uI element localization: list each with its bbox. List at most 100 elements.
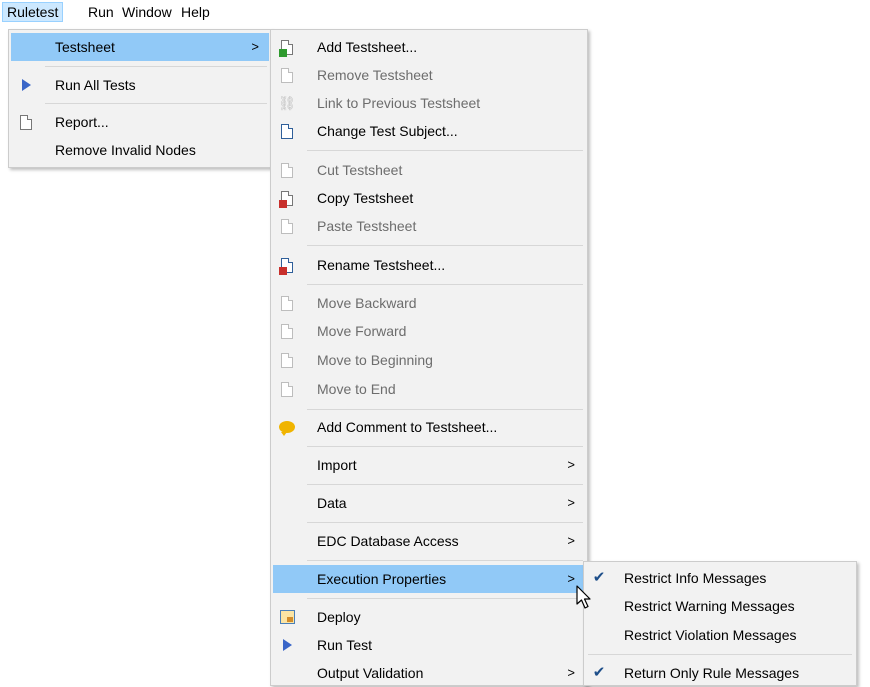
menu-item-rename-testsheet[interactable]: Rename Testsheet...: [273, 251, 585, 279]
copy-icon: [278, 189, 296, 208]
menu-item-label: Copy Testsheet: [317, 190, 414, 206]
menu-item-change-test-subject[interactable]: Change Test Subject...: [273, 117, 585, 145]
comment-icon: [278, 418, 296, 436]
chevron-right-icon: >: [567, 665, 575, 680]
menu-item-restrict-info-messages[interactable]: ✔ Restrict Info Messages: [586, 564, 854, 592]
menu-item-deploy[interactable]: Deploy: [273, 603, 585, 631]
menu-item-edc-database-access[interactable]: EDC Database Access >: [273, 527, 585, 555]
menu-item-label: Run Test: [317, 637, 372, 653]
separator: [307, 560, 583, 561]
separator: [588, 654, 852, 655]
menu-item-label: Restrict Violation Messages: [624, 627, 797, 643]
menu-item-execution-properties[interactable]: Execution Properties >: [273, 565, 585, 593]
separator: [45, 66, 267, 67]
chevron-right-icon: >: [567, 495, 575, 510]
menu-item-label: Add Comment to Testsheet...: [317, 419, 498, 435]
menu-item-report[interactable]: Report...: [11, 108, 269, 136]
menu-window[interactable]: Window: [118, 2, 176, 22]
separator: [307, 284, 583, 285]
separator: [307, 409, 583, 410]
move-to-end-icon: [278, 380, 296, 398]
menu-item-testsheet[interactable]: Testsheet >: [11, 33, 269, 61]
separator: [307, 598, 583, 599]
paste-icon: [278, 217, 296, 235]
menu-item-label: Rename Testsheet...: [317, 257, 446, 273]
menu-item-cut-testsheet[interactable]: Cut Testsheet: [273, 156, 585, 184]
menu-item-label: Import: [317, 457, 357, 473]
menu-item-label: Testsheet: [55, 39, 115, 55]
add-testsheet-icon: [278, 38, 296, 57]
separator: [307, 245, 583, 246]
report-icon: [17, 113, 35, 131]
menu-item-run-test[interactable]: Run Test: [273, 631, 585, 659]
menu-help[interactable]: Help: [177, 2, 214, 22]
menu-item-move-backward[interactable]: Move Backward: [273, 289, 585, 317]
chevron-right-icon: >: [567, 457, 575, 472]
menu-item-label: Return Only Rule Messages: [624, 665, 800, 681]
checkmark-icon: ✔: [592, 664, 606, 681]
menu-item-add-testsheet[interactable]: Add Testsheet...: [273, 33, 585, 61]
menu-ruletest[interactable]: Ruletest: [2, 2, 64, 22]
menu-item-import[interactable]: Import >: [273, 451, 585, 479]
chevron-right-icon: >: [251, 39, 259, 54]
run-triangle-icon: [17, 76, 35, 94]
chevron-right-icon: >: [567, 533, 575, 548]
change-subject-icon: [278, 122, 296, 140]
deploy-icon: [278, 608, 296, 626]
run-triangle-icon: [278, 636, 296, 654]
separator: [307, 150, 583, 151]
menu-item-label: EDC Database Access: [317, 533, 459, 549]
menu-item-label: Execution Properties: [317, 571, 447, 587]
ruletest-dropdown: Testsheet > Run All Tests Report... Remo…: [8, 29, 272, 168]
menu-item-label: Change Test Subject...: [317, 123, 458, 139]
menu-item-label: Cut Testsheet: [317, 162, 403, 178]
cut-icon: [278, 161, 296, 179]
menu-item-label: Run All Tests: [55, 77, 136, 93]
separator: [307, 446, 583, 447]
menu-item-label: Link to Previous Testsheet: [317, 95, 481, 111]
menu-item-output-validation[interactable]: Output Validation >: [273, 659, 585, 687]
testsheet-submenu: Add Testsheet... Remove Testsheet ⛓ Link…: [270, 29, 588, 686]
chevron-right-icon: >: [567, 571, 575, 586]
menu-item-label: Deploy: [317, 609, 361, 625]
menu-item-remove-invalid-nodes[interactable]: Remove Invalid Nodes: [11, 136, 269, 164]
menu-item-move-to-beginning[interactable]: Move to Beginning: [273, 346, 585, 374]
link-icon: ⛓: [278, 94, 296, 111]
menu-item-add-comment[interactable]: Add Comment to Testsheet...: [273, 413, 585, 441]
menu-run[interactable]: Run: [84, 2, 118, 22]
menu-item-label: Restrict Info Messages: [624, 570, 767, 586]
menu-item-remove-testsheet[interactable]: Remove Testsheet: [273, 61, 585, 89]
menu-bar: Ruletest Run Window Help: [0, 0, 870, 24]
menu-item-paste-testsheet[interactable]: Paste Testsheet: [273, 212, 585, 240]
menu-item-label: Move Forward: [317, 323, 407, 339]
menu-item-label: Move to Beginning: [317, 352, 433, 368]
menu-item-move-forward[interactable]: Move Forward: [273, 317, 585, 345]
menu-item-link-to-previous-testsheet[interactable]: ⛓ Link to Previous Testsheet: [273, 89, 585, 117]
menu-item-label: Add Testsheet...: [317, 39, 418, 55]
menu-item-return-only-rule-messages[interactable]: ✔ Return Only Rule Messages: [586, 659, 854, 687]
menu-item-label: Report...: [55, 114, 109, 130]
remove-testsheet-icon: [278, 66, 296, 84]
menu-item-label: Restrict Warning Messages: [624, 598, 795, 614]
separator: [307, 484, 583, 485]
menu-item-label: Remove Invalid Nodes: [55, 142, 196, 158]
menu-item-data[interactable]: Data >: [273, 489, 585, 517]
menu-item-label: Output Validation: [317, 665, 424, 681]
menu-item-label: Remove Testsheet: [317, 67, 433, 83]
execution-properties-submenu: ✔ Restrict Info Messages Restrict Warnin…: [583, 561, 857, 686]
separator: [307, 522, 583, 523]
menu-item-copy-testsheet[interactable]: Copy Testsheet: [273, 184, 585, 212]
menu-item-label: Paste Testsheet: [317, 218, 417, 234]
menu-item-label: Move to End: [317, 381, 396, 397]
rename-icon: [278, 256, 296, 275]
move-forward-icon: [278, 322, 296, 340]
mouse-pointer-icon: [576, 585, 591, 609]
menu-item-move-to-end[interactable]: Move to End: [273, 375, 585, 403]
menu-item-run-all-tests[interactable]: Run All Tests: [11, 71, 269, 99]
move-backward-icon: [278, 294, 296, 312]
menu-item-label: Data: [317, 495, 347, 511]
menu-item-restrict-violation-messages[interactable]: Restrict Violation Messages: [586, 621, 854, 649]
menu-item-label: Move Backward: [317, 295, 417, 311]
move-to-beginning-icon: [278, 351, 296, 369]
menu-item-restrict-warning-messages[interactable]: Restrict Warning Messages: [586, 592, 854, 620]
